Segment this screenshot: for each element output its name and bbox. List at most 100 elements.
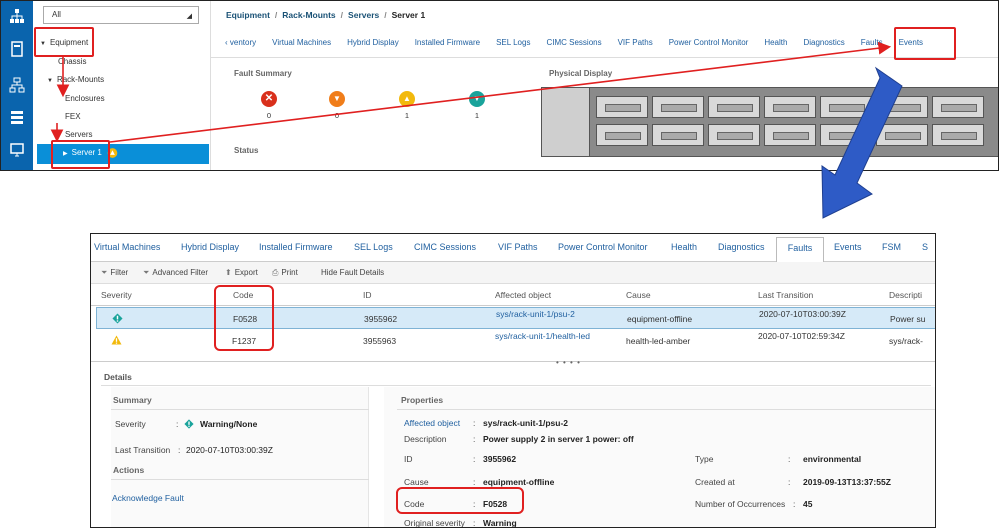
tree-item-rack-mounts[interactable]: ▼ Rack-Mounts	[47, 75, 104, 84]
tree-item-chassis[interactable]: Chassis	[58, 57, 86, 66]
drive-bay[interactable]	[820, 96, 872, 118]
col-cause[interactable]: Cause	[626, 290, 651, 300]
last-transition-label: Last Transition	[115, 445, 171, 455]
filter-button[interactable]: ⏷ Filter	[101, 268, 128, 278]
tree-item-enclosures[interactable]: Enclosures	[65, 94, 105, 103]
panel-splitter[interactable]: • • • •	[91, 358, 935, 367]
tab-virtual-machines[interactable]: Virtual Machines	[272, 38, 331, 47]
tree-item-server-1[interactable]: ▶ Server 1	[37, 144, 209, 164]
tab-diagnostics[interactable]: Diagnostics	[803, 38, 844, 47]
tab-diagnostics[interactable]: Diagnostics	[718, 242, 765, 252]
tab-cimc-sessions[interactable]: CIMC Sessions	[414, 242, 476, 252]
col-affected-object[interactable]: Affected object	[495, 290, 551, 300]
tab-power-control-monitor[interactable]: Power Control Monitor	[669, 38, 749, 47]
col-last-transition[interactable]: Last Transition	[758, 290, 813, 300]
properties-title: Properties	[401, 395, 444, 405]
print-button[interactable]: ⎙ Print	[272, 268, 298, 278]
drive-bay[interactable]	[708, 124, 760, 146]
cell-affected-link[interactable]: sys/rack-unit-1/psu-2	[496, 309, 575, 319]
breadcrumb: Equipment / Rack-Mounts / Servers / Server 1	[226, 10, 426, 20]
critical-icon: ✕	[261, 91, 277, 107]
top-screenshot: All ◢ ▼ Equipment Chassis ▼ Rack-Mounts En…	[0, 0, 999, 171]
drive-bay[interactable]	[932, 124, 984, 146]
breadcrumb-rack-mounts[interactable]: Rack-Mounts	[282, 10, 335, 20]
critical-count: 0	[266, 111, 272, 120]
tab-events[interactable]: Events	[899, 38, 923, 47]
colon: :	[176, 419, 179, 429]
table-row[interactable]: F0528 3955962 sys/rack-unit-1/psu-2 equi…	[96, 307, 935, 329]
tab-vif-paths[interactable]: VIF Paths	[618, 38, 653, 47]
tree-item-equipment[interactable]: ▼ Equipment	[40, 38, 88, 47]
tab-virtual-machines[interactable]: Virtual Machines	[94, 242, 160, 252]
table-row[interactable]: F1237 3955963 sys/rack-unit-1/health-led…	[96, 330, 935, 352]
breadcrumb-equipment[interactable]: Equipment	[226, 10, 270, 20]
hide-fault-details-button[interactable]: Hide Fault Details	[321, 268, 384, 277]
network-icon[interactable]	[8, 8, 26, 26]
drive-bay[interactable]	[652, 96, 704, 118]
tab-installed-firmware[interactable]: Installed Firmware	[415, 38, 480, 47]
tree-label: FEX	[65, 112, 81, 121]
server-icon[interactable]	[8, 41, 26, 59]
cell-description: sys/rack-	[889, 336, 923, 346]
tab-installed-firmware[interactable]: Installed Firmware	[259, 242, 333, 252]
drive-bay[interactable]	[820, 124, 872, 146]
topology-icon[interactable]	[8, 77, 26, 95]
splitter-grip: • • • •	[556, 358, 581, 367]
tab-hybrid-display[interactable]: Hybrid Display	[347, 38, 399, 47]
warning-count: 1	[474, 111, 480, 120]
tab-sel-logs[interactable]: SEL Logs	[496, 38, 530, 47]
tree-item-servers[interactable]: ▼ Servers	[55, 130, 93, 139]
summary-section: Summary Severity : Warning/None Last Tra…	[111, 387, 369, 527]
physical-display-title: Physical Display	[549, 69, 613, 78]
tab-fsm[interactable]: FSM	[882, 242, 901, 252]
tab-cimc-sessions[interactable]: CIMC Sessions	[546, 38, 601, 47]
tree-filter-select[interactable]: All ◢	[43, 6, 199, 24]
summary-divider	[111, 409, 369, 410]
cell-id: 3955962	[364, 314, 398, 324]
export-button[interactable]: ⬆ Export	[225, 268, 258, 277]
tab-vif-paths[interactable]: VIF Paths	[498, 242, 538, 252]
advanced-filter-button[interactable]: ⏷ Advanced Filter	[143, 268, 208, 278]
col-description[interactable]: Descripti	[889, 290, 922, 300]
occurrences-label: Number of Occurrences	[695, 499, 786, 509]
drive-bay[interactable]	[932, 96, 984, 118]
expand-triangle-icon: ▼	[55, 133, 61, 139]
tree-item-fex[interactable]: FEX	[65, 112, 81, 121]
tab-hybrid-display[interactable]: Hybrid Display	[181, 242, 239, 252]
drive-bay[interactable]	[708, 96, 760, 118]
acknowledge-fault-link[interactable]: Acknowledge Fault	[112, 493, 184, 503]
tab-power-control-monitor[interactable]: Power Control Monitor	[558, 242, 648, 252]
severity-value: Warning/None	[200, 419, 258, 429]
drive-bay[interactable]	[764, 96, 816, 118]
tab-faults[interactable]: Faults	[861, 38, 883, 47]
col-code[interactable]: Code	[233, 290, 253, 300]
original-severity-label: Original severity	[404, 518, 465, 528]
drive-bay[interactable]	[596, 96, 648, 118]
drive-bay[interactable]	[876, 124, 928, 146]
colon: :	[473, 454, 476, 464]
tab-truncated[interactable]: S	[922, 242, 928, 252]
tab-health[interactable]: Health	[764, 38, 787, 47]
colon: :	[473, 434, 476, 444]
col-id[interactable]: ID	[363, 290, 372, 300]
breadcrumb-servers[interactable]: Servers	[348, 10, 379, 20]
minor-severity-icon	[111, 335, 122, 345]
print-label: Print	[281, 268, 298, 277]
drive-bay[interactable]	[876, 96, 928, 118]
colon: :	[473, 499, 476, 509]
drive-bay[interactable]	[764, 124, 816, 146]
drive-bay[interactable]	[596, 124, 648, 146]
tab-sel-logs[interactable]: SEL Logs	[354, 242, 393, 252]
monitor-icon[interactable]	[8, 142, 26, 160]
tab-faults-active[interactable]: Faults	[776, 237, 824, 263]
drive-bay[interactable]	[652, 124, 704, 146]
affected-object-link[interactable]: Affected object	[404, 418, 460, 428]
col-severity[interactable]: Severity	[101, 290, 132, 300]
tree-label: Server 1	[71, 148, 102, 158]
cell-affected-link[interactable]: sys/rack-unit-1/health-led	[495, 331, 590, 341]
server-physical-display[interactable]	[541, 87, 998, 157]
storage-icon[interactable]	[8, 109, 26, 127]
tab-health[interactable]: Health	[671, 242, 697, 252]
tab-events[interactable]: Events	[834, 242, 862, 252]
tab-inventory[interactable]: ‹ ventory	[225, 38, 256, 47]
